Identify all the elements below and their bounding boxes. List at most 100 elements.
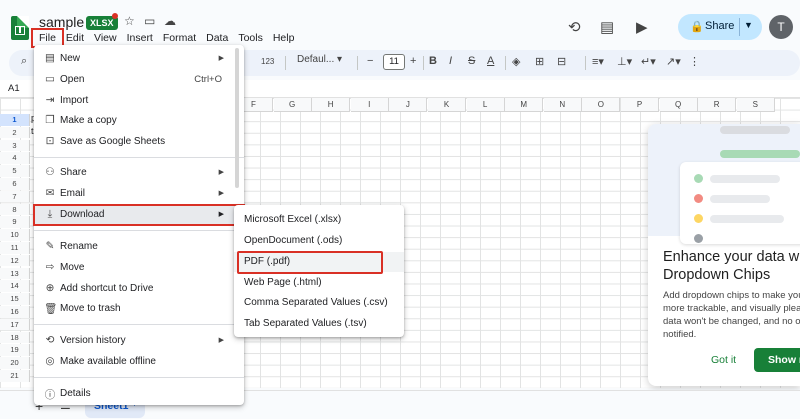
row-header[interactable]: 17 bbox=[0, 318, 30, 331]
borders-icon[interactable]: ⊞ bbox=[535, 55, 544, 68]
column-header[interactable]: L bbox=[466, 98, 505, 112]
move-icon: ⇨ bbox=[45, 261, 55, 273]
sheets-logo-icon[interactable] bbox=[11, 16, 29, 40]
menu-insert[interactable]: Insert bbox=[122, 31, 158, 45]
row-header[interactable]: 2 bbox=[0, 126, 30, 139]
got-it-button[interactable]: Got it bbox=[711, 354, 736, 366]
download-pdf[interactable]: PDF (.pdf) bbox=[234, 251, 404, 274]
row-header[interactable]: 3 bbox=[0, 139, 30, 152]
text-rotation-icon[interactable]: ↗▾ bbox=[666, 55, 681, 68]
avatar[interactable]: T bbox=[769, 15, 793, 39]
row-header[interactable]: 1 bbox=[0, 114, 30, 126]
column-header[interactable]: P bbox=[621, 98, 659, 112]
row-header[interactable]: 7 bbox=[0, 190, 30, 203]
column-header[interactable]: M bbox=[505, 98, 544, 112]
row-header[interactable]: 12 bbox=[0, 254, 30, 267]
menu-item-new[interactable]: ▤ New ▶ bbox=[34, 49, 244, 69]
text-wrap-icon[interactable]: ↵▾ bbox=[641, 55, 656, 68]
menu-item-import[interactable]: ⇥ Import bbox=[34, 91, 244, 111]
row-header[interactable]: 13 bbox=[0, 267, 30, 280]
menu-item-details[interactable]: ⓘ Details bbox=[34, 384, 244, 404]
decrease-font-icon[interactable]: − bbox=[367, 55, 373, 67]
number-format-button[interactable]: 123 bbox=[261, 57, 274, 66]
row-header[interactable]: 8 bbox=[0, 203, 30, 216]
row-header[interactable]: 5 bbox=[0, 165, 30, 177]
download-csv[interactable]: Comma Separated Values (.csv) bbox=[234, 293, 404, 313]
row-header[interactable]: 20 bbox=[0, 357, 30, 369]
history-icon[interactable]: ⟲ bbox=[568, 18, 581, 36]
row-header[interactable]: 16 bbox=[0, 306, 30, 318]
column-header[interactable]: S bbox=[736, 98, 775, 112]
font-size-input[interactable]: 11 bbox=[383, 54, 405, 70]
star-icon[interactable]: ☆ bbox=[124, 14, 135, 28]
column-header[interactable]: K bbox=[428, 98, 466, 112]
menu-item-move[interactable]: ⇨ Move bbox=[34, 258, 244, 278]
row-header[interactable]: 21 bbox=[0, 370, 30, 382]
row-header[interactable]: 15 bbox=[0, 293, 30, 305]
download-ods[interactable]: OpenDocument (.ods) bbox=[234, 231, 404, 251]
menu-item-trash[interactable]: 🗑 Move to trash bbox=[34, 299, 244, 319]
meet-icon[interactable]: ▶ bbox=[636, 18, 648, 36]
menu-item-share[interactable]: ⚇ Share ▶ bbox=[34, 163, 244, 183]
folder-move-icon[interactable]: ▭ bbox=[144, 14, 155, 28]
column-header[interactable]: G bbox=[273, 98, 312, 112]
column-header[interactable]: Q bbox=[659, 98, 698, 112]
strikethrough-icon[interactable]: S bbox=[468, 55, 475, 67]
align-horizontal-icon[interactable]: ≡▾ bbox=[592, 55, 604, 68]
row-header[interactable]: 18 bbox=[0, 331, 30, 344]
download-xlsx[interactable]: Microsoft Excel (.xlsx) bbox=[234, 210, 404, 230]
menu-item-download[interactable]: ⤓ Download ▶ bbox=[33, 204, 245, 226]
share-dropdown-icon[interactable]: ▼ bbox=[744, 20, 753, 30]
menu-item-make-copy[interactable]: ❐ Make a copy bbox=[34, 111, 244, 131]
menu-format[interactable]: Format bbox=[158, 31, 201, 45]
column-header[interactable]: I bbox=[350, 98, 389, 112]
row-header[interactable]: 6 bbox=[0, 178, 30, 190]
column-header[interactable]: N bbox=[543, 98, 582, 112]
menu-item-open[interactable]: ▭ Open Ctrl+O bbox=[34, 70, 244, 90]
font-family-select[interactable]: Defaul... ▾ bbox=[297, 54, 355, 65]
toolbar-divider bbox=[357, 56, 358, 70]
menu-item-email[interactable]: ✉ Email ▶ bbox=[34, 184, 244, 204]
name-box[interactable]: A1 bbox=[8, 83, 20, 94]
increase-font-icon[interactable]: + bbox=[410, 55, 416, 67]
menu-edit[interactable]: Edit bbox=[61, 31, 89, 45]
menu-data[interactable]: Data bbox=[201, 31, 233, 45]
column-header[interactable]: H bbox=[312, 98, 351, 112]
row-header[interactable]: 10 bbox=[0, 229, 30, 241]
row-header[interactable]: 4 bbox=[0, 152, 30, 164]
cloud-status-icon[interactable]: ☁ bbox=[164, 14, 176, 28]
column-header[interactable]: J bbox=[389, 98, 428, 112]
promo-illustration bbox=[648, 124, 800, 244]
row-header[interactable]: 14 bbox=[0, 280, 30, 292]
column-header[interactable]: R bbox=[698, 98, 737, 112]
row-header[interactable]: 9 bbox=[0, 216, 30, 228]
menu-item-save-as-sheets[interactable]: ⊡ Save as Google Sheets bbox=[34, 132, 244, 152]
share-button[interactable]: 🔒 Share ▼ bbox=[678, 14, 762, 40]
menu-item-add-shortcut[interactable]: ⊕ Add shortcut to Drive bbox=[34, 279, 244, 299]
more-options-icon[interactable]: ⋮ bbox=[689, 55, 700, 68]
share-icon: ⚇ bbox=[45, 166, 55, 178]
show-me-button[interactable]: Show m bbox=[754, 348, 800, 372]
menu-file[interactable]: File bbox=[31, 28, 64, 48]
italic-icon[interactable]: I bbox=[449, 55, 452, 67]
fill-color-icon[interactable]: ◈ bbox=[512, 55, 520, 68]
menu-item-version-history[interactable]: ⟲ Version history ▶ bbox=[34, 331, 244, 351]
download-tsv[interactable]: Tab Separated Values (.tsv) bbox=[234, 314, 404, 334]
comments-icon[interactable]: ▤ bbox=[600, 18, 614, 36]
row-header[interactable]: 11 bbox=[0, 242, 30, 254]
bold-icon[interactable]: B bbox=[429, 55, 437, 67]
menu-item-rename[interactable]: ✎ Rename bbox=[34, 237, 244, 257]
menu-tools[interactable]: Tools bbox=[233, 31, 268, 45]
document-title[interactable]: sample bbox=[39, 14, 84, 30]
menu-help[interactable]: Help bbox=[268, 31, 300, 45]
text-color-icon[interactable]: A bbox=[487, 55, 494, 67]
search-menus-icon[interactable]: ⌕ bbox=[21, 55, 27, 68]
menu-view[interactable]: View bbox=[89, 31, 122, 45]
row-header[interactable]: 19 bbox=[0, 344, 30, 356]
column-header[interactable]: O bbox=[582, 98, 621, 112]
download-html[interactable]: Web Page (.html) bbox=[234, 273, 404, 293]
align-vertical-icon[interactable]: ⊥▾ bbox=[617, 55, 632, 68]
menu-scrollbar[interactable] bbox=[235, 48, 239, 188]
menu-item-offline[interactable]: ◎ Make available offline bbox=[34, 352, 244, 372]
merge-cells-icon[interactable]: ⊟ bbox=[557, 55, 566, 68]
